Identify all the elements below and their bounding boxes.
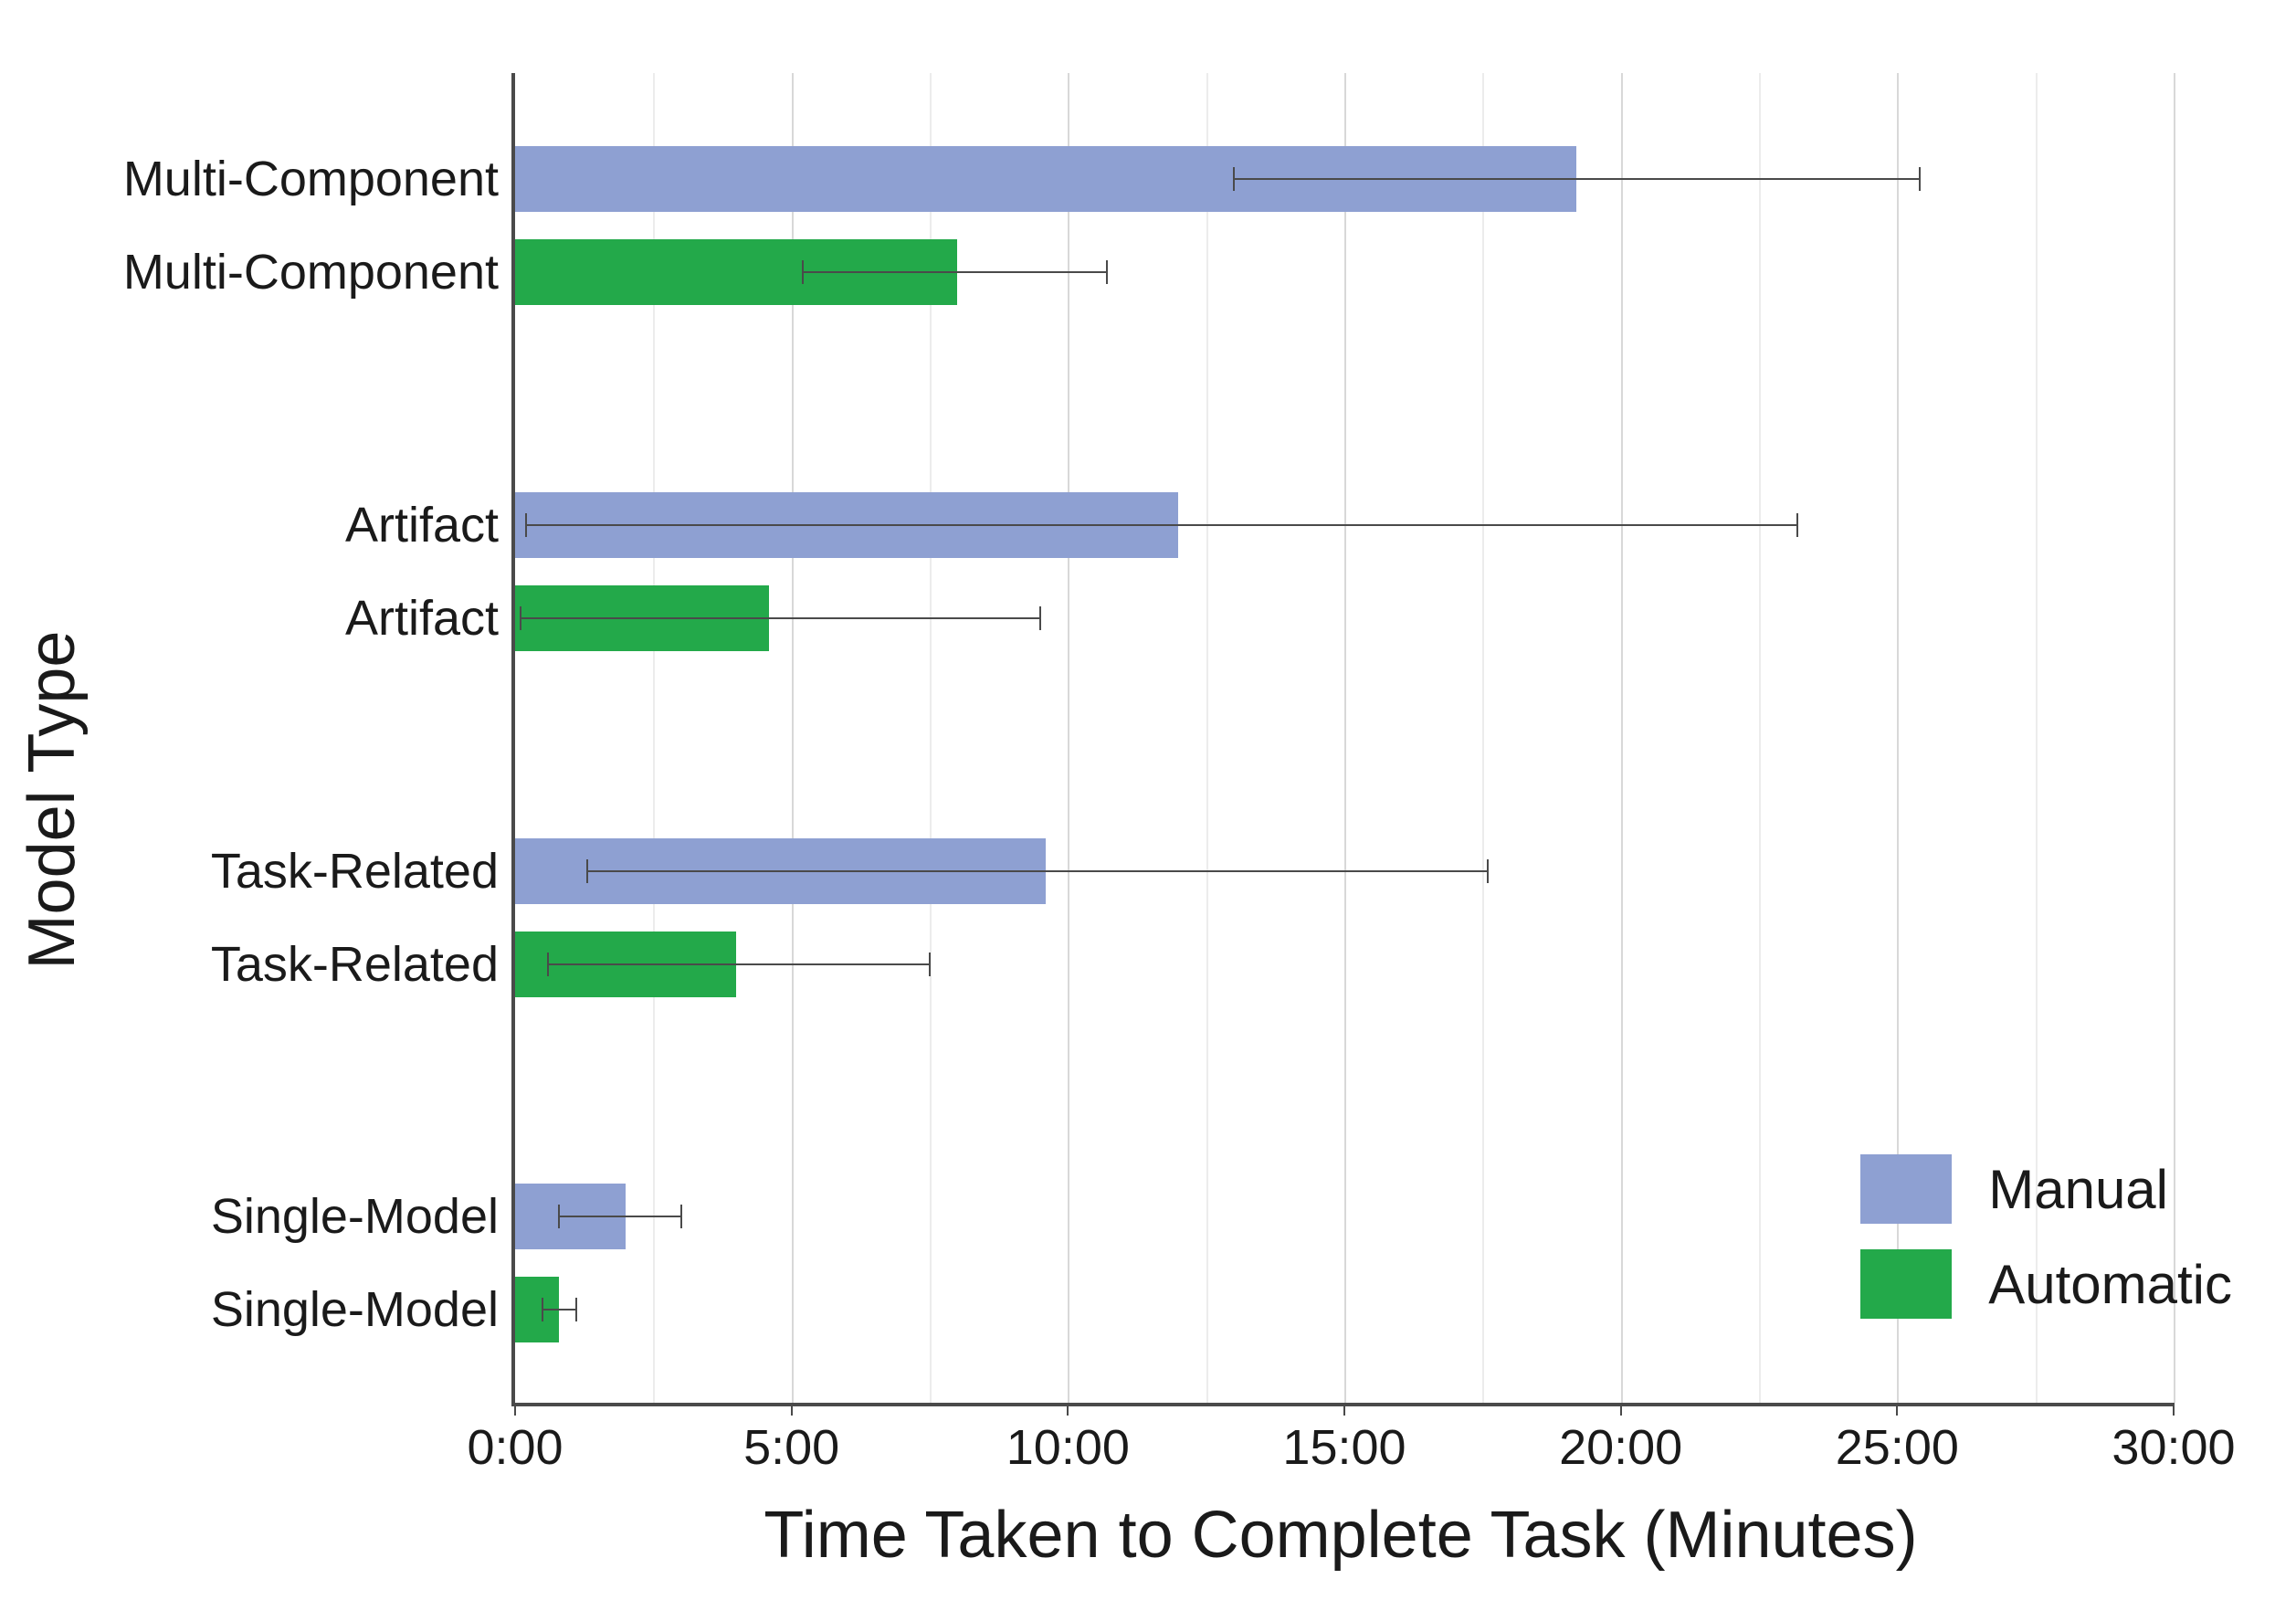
- error-bar-cap: [558, 1205, 560, 1228]
- error-bar: [542, 1309, 575, 1311]
- error-bar: [526, 524, 1797, 526]
- error-bar: [559, 1216, 680, 1217]
- x-axis-title: Time Taken to Complete Task (Minutes): [511, 1498, 2170, 1573]
- chart-container: Model Type 0:00 5:00 10:00 15:00 20:00 25:00 3…: [0, 0, 2296, 1600]
- x-tick-mark: [1343, 1403, 1345, 1416]
- category-label: Multi-Component: [123, 247, 499, 297]
- legend-label-manual: Manual: [1988, 1158, 2168, 1221]
- x-tick-mark: [1620, 1403, 1622, 1416]
- error-bar-cap: [575, 1298, 577, 1321]
- gridline: [1621, 73, 1623, 1403]
- error-bar-cap: [520, 606, 521, 630]
- category-label: Single-Model: [211, 1285, 499, 1334]
- error-bar: [587, 870, 1489, 872]
- error-bar-cap: [929, 953, 931, 976]
- x-tick-label: 0:00: [467, 1419, 563, 1476]
- error-bar-cap: [1487, 859, 1489, 883]
- legend: Manual Automatic: [1860, 1129, 2232, 1344]
- error-bar: [803, 271, 1107, 273]
- error-bar-cap: [1919, 167, 1921, 191]
- category-label: Task-Related: [211, 940, 499, 989]
- legend-swatch-manual: [1860, 1154, 1952, 1224]
- error-bar-cap: [1233, 167, 1235, 191]
- x-tick-label: 15:00: [1282, 1419, 1406, 1476]
- error-bar-cap: [547, 953, 549, 976]
- legend-label-automatic: Automatic: [1988, 1253, 2232, 1316]
- legend-entry-automatic: Automatic: [1860, 1249, 2232, 1319]
- gridline-minor: [1759, 73, 1761, 1403]
- x-tick-mark: [1896, 1403, 1898, 1416]
- x-tick-label: 25:00: [1836, 1419, 1959, 1476]
- y-axis-title: Model Type: [15, 631, 90, 970]
- error-bar-cap: [586, 859, 588, 883]
- error-bar-cap: [525, 513, 527, 537]
- gridline: [1344, 73, 1346, 1403]
- category-label: Artifact: [345, 500, 499, 550]
- x-tick-mark: [791, 1403, 793, 1416]
- x-tick-mark: [2173, 1403, 2175, 1416]
- error-bar-cap: [802, 260, 804, 284]
- category-label: Single-Model: [211, 1192, 499, 1241]
- legend-entry-manual: Manual: [1860, 1154, 2232, 1224]
- category-label: Multi-Component: [123, 154, 499, 204]
- error-bar-cap: [1796, 513, 1798, 537]
- category-label: Task-Related: [211, 847, 499, 896]
- gridline-minor: [1206, 73, 1208, 1403]
- gridline-minor: [1482, 73, 1484, 1403]
- error-bar-cap: [1106, 260, 1108, 284]
- legend-swatch-automatic: [1860, 1249, 1952, 1319]
- x-tick-label: 5:00: [743, 1419, 839, 1476]
- x-tick-label: 30:00: [2112, 1419, 2235, 1476]
- x-tick-label: 20:00: [1559, 1419, 1682, 1476]
- error-bar-cap: [1039, 606, 1041, 630]
- error-bar: [521, 617, 1040, 619]
- error-bar: [1234, 178, 1920, 180]
- x-tick-label: 10:00: [1006, 1419, 1130, 1476]
- x-tick-mark: [514, 1403, 516, 1416]
- error-bar: [548, 963, 930, 965]
- error-bar-cap: [680, 1205, 682, 1228]
- error-bar-cap: [542, 1298, 543, 1321]
- x-tick-mark: [1067, 1403, 1069, 1416]
- category-label: Artifact: [345, 594, 499, 643]
